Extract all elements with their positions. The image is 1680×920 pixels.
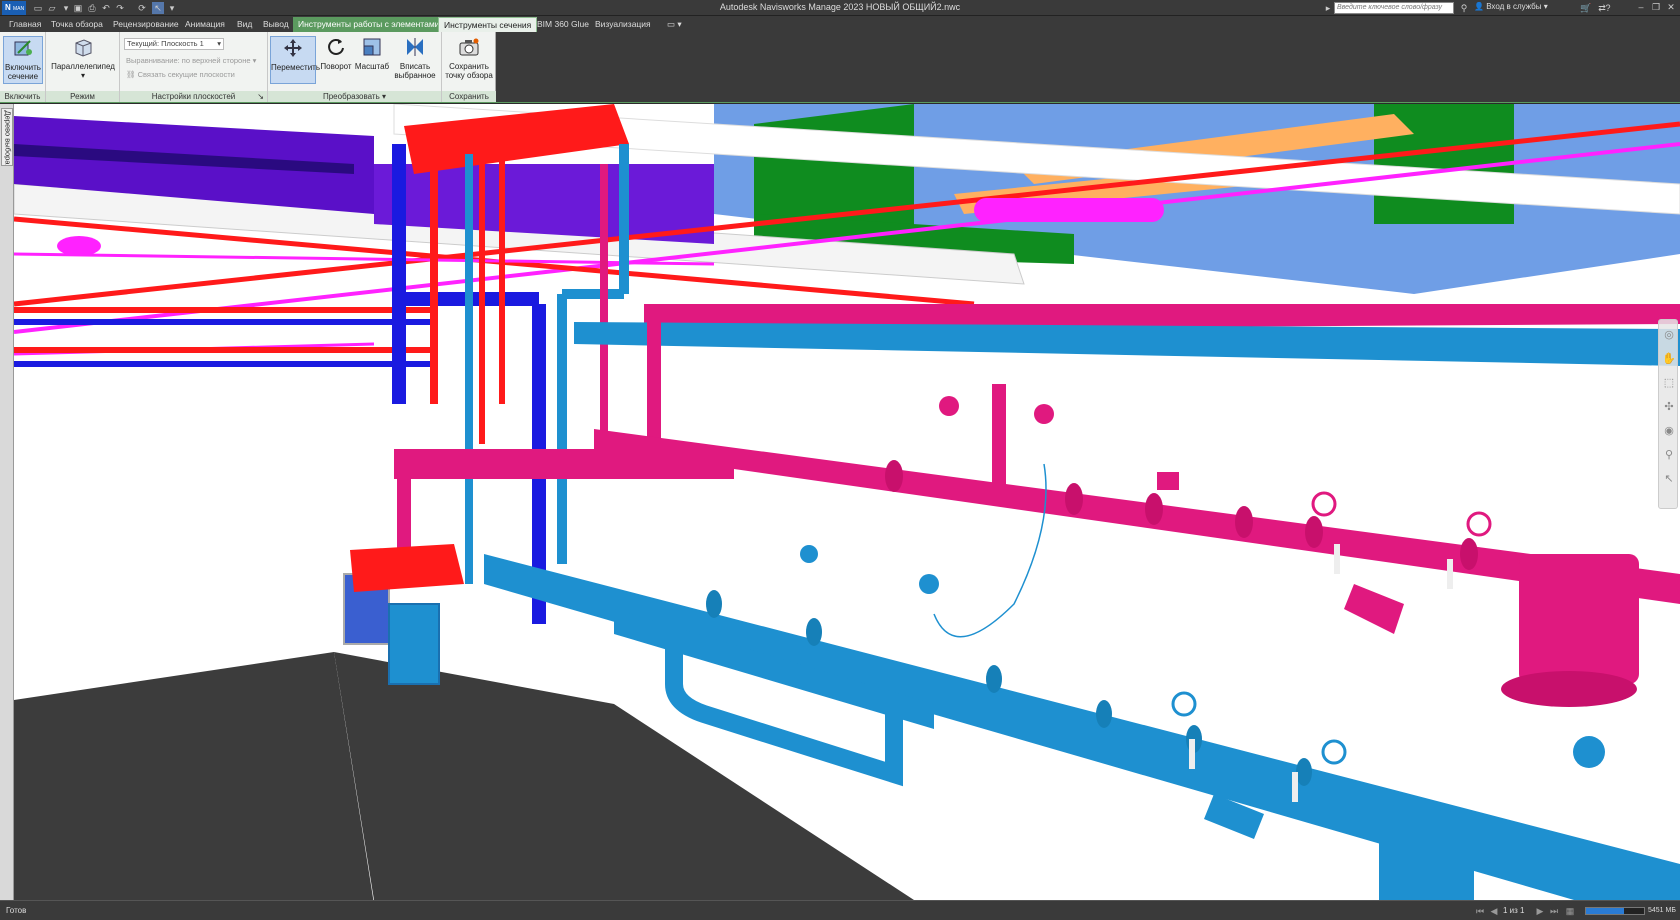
floor-slab [14, 652, 374, 900]
magenta-gauge [1034, 404, 1054, 424]
3d-viewport[interactable]: ◎ ✋ ⬚ ✣ ◉ ⚲ ↖ [14, 104, 1680, 900]
memory-usage-bar [1585, 907, 1645, 915]
group-plane-settings: Текущий: Плоскость 1 ▾ Выравнивание: по в… [120, 32, 268, 102]
group-label: Сохранить [442, 91, 496, 102]
group-mode: Параллелепипед ▾ Режим [46, 32, 120, 102]
search-input[interactable]: Введите ключевое слово/фразу [1334, 2, 1454, 14]
fit-selection-icon [407, 38, 423, 56]
binoculars-icon[interactable]: ⚲ [1458, 2, 1470, 14]
cyan-tank [1379, 804, 1474, 900]
tab-visualization[interactable]: Визуализация [590, 17, 656, 32]
group-label: Включить [0, 91, 45, 102]
save-viewpoint-button[interactable]: Сохранить точку обзора [444, 36, 494, 80]
status-bar: Готов ⏮ ◀ 1 из 1 ▶ ⏭ ▦ 5451 МБ [0, 900, 1680, 920]
status-text: Готов [6, 906, 27, 915]
scale-button[interactable]: Масштаб [354, 36, 390, 71]
restore-button[interactable]: ❐ [1649, 1, 1663, 14]
box-icon [75, 39, 92, 57]
rotate-icon [328, 39, 344, 55]
section-enable-icon [14, 40, 32, 56]
ribbon-options-icon[interactable]: ▭ ▾ [662, 17, 687, 32]
cyan-gauge-ring [1171, 691, 1197, 717]
tab-bim360-glue[interactable]: BIM 360 Glue [532, 17, 594, 32]
cyan-gauge [1573, 736, 1605, 768]
group-enable: Включить сечение Включить [0, 32, 46, 102]
current-plane-select[interactable]: Текущий: Плоскость 1 ▾ [124, 38, 224, 50]
enable-section-button[interactable]: Включить сечение [3, 36, 43, 84]
pan-hand-icon[interactable]: ✋ [1662, 352, 1676, 366]
magenta-tank [57, 236, 101, 256]
magenta-header [594, 429, 1680, 604]
section-tools-panel: Включить сечение Включить Параллелепипед… [0, 32, 496, 102]
align-dropdown[interactable]: Выравнивание: по верхней стороне ▾ [126, 56, 256, 65]
tab-output[interactable]: Вывод [258, 17, 294, 32]
camera-icon [459, 38, 479, 56]
ribbon-tabs: Главная Точка обзора Рецензирование Аним… [0, 16, 1680, 32]
magenta-actuator [1157, 472, 1179, 490]
magenta-header [394, 449, 734, 479]
tab-viewpoint[interactable]: Точка обзора [46, 17, 108, 32]
group-transform: Переместить Поворот Масштаб Вписать выбр… [268, 32, 442, 102]
rotate-button[interactable]: Поворот [320, 36, 352, 71]
move-arrows-icon [284, 39, 302, 57]
cart-icon[interactable]: 🛒 [1580, 2, 1592, 14]
zoom-window-icon[interactable]: ⬚ [1662, 376, 1676, 390]
select-icon[interactable]: ↖ [1662, 472, 1676, 486]
group-save: Сохранить точку обзора Сохранить [442, 32, 496, 102]
scale-icon [363, 38, 381, 56]
last-page-icon[interactable]: ⏭ [1548, 905, 1560, 917]
tab-home[interactable]: Главная [4, 17, 46, 32]
magenta-tank-flange [1501, 671, 1637, 707]
magenta-strainer-tank [1519, 554, 1639, 684]
memory-usage-fill [1586, 908, 1624, 914]
sheet-browser-icon[interactable]: ▦ [1564, 905, 1576, 917]
move-button[interactable]: Переместить [270, 36, 320, 84]
dialog-launcher-icon[interactable]: ↘ [257, 91, 264, 102]
cyan-gauge-ring [1321, 739, 1347, 765]
tab-view[interactable]: Вид [232, 17, 257, 32]
magenta-tank [974, 198, 1164, 222]
main-cyan-pipe [574, 322, 1680, 366]
left-dock: Дерево выбора [0, 104, 14, 900]
magenta-gauge-ring [1311, 491, 1337, 517]
page-indicator: 1 из 1 [1503, 906, 1525, 915]
cyan-gauge [800, 545, 818, 563]
tab-item-tools[interactable]: Инструменты работы с элементами [293, 17, 445, 32]
selection-tree-tab[interactable]: Дерево выбора [1, 108, 13, 166]
group-label[interactable]: Преобразовать ▾ [268, 91, 441, 102]
box-mode-button[interactable]: Параллелепипед ▾ [50, 36, 116, 80]
chevron-down-icon: ▾ [217, 39, 221, 48]
first-page-icon[interactable]: ⏮ [1474, 905, 1486, 917]
tab-section-tools[interactable]: Инструменты сечения [438, 17, 538, 32]
link-planes-toggle[interactable]: ⛓ Связать секущие плоскости [126, 70, 235, 79]
prev-page-icon[interactable]: ◀ [1488, 905, 1500, 917]
plate-heat-exchanger [388, 603, 440, 685]
title-bar: N MAN ▭ ▱ ▾ ▣ ⎙ ↶ ↷ ⟳ ↖ ▾ Autodesk Navis… [0, 0, 1680, 16]
memory-usage-text: 5451 МБ [1648, 907, 1676, 914]
look-around-icon[interactable]: ◉ [1662, 424, 1676, 438]
red-pump-assembly [350, 544, 464, 592]
group-label: Режим [46, 91, 119, 102]
group-label: Настройки плоскостей ↘ [120, 91, 267, 102]
fit-selection-button[interactable]: Вписать выбранное [392, 36, 438, 80]
cyan-gauge [919, 574, 939, 594]
ribbon: Включить сечение Включить Параллелепипед… [0, 32, 1680, 103]
magenta-gauge-ring [1466, 511, 1492, 537]
pipe-model-scene[interactable] [14, 104, 1680, 900]
magenta-strainer [1344, 584, 1404, 634]
close-button[interactable]: ✕ [1664, 1, 1678, 14]
help-icon[interactable]: ? [1602, 2, 1614, 14]
tab-review[interactable]: Рецензирование [108, 17, 184, 32]
steering-wheel-icon[interactable]: ◎ [1662, 328, 1676, 342]
walk-icon[interactable]: ⚲ [1662, 448, 1676, 462]
signin-button[interactable]: 👤 Вход в службы ▾ [1474, 2, 1548, 11]
orbit-icon[interactable]: ✣ [1662, 400, 1676, 414]
magenta-gauge [939, 396, 959, 416]
navigation-bar: ◎ ✋ ⬚ ✣ ◉ ⚲ ↖ [1658, 319, 1678, 509]
chevron-down-icon: ▾ [80, 71, 85, 80]
search-expand-icon[interactable]: ▸ [1322, 2, 1334, 14]
tab-animation[interactable]: Анимация [180, 17, 230, 32]
minimize-button[interactable]: – [1634, 1, 1648, 14]
next-page-icon[interactable]: ▶ [1534, 905, 1546, 917]
